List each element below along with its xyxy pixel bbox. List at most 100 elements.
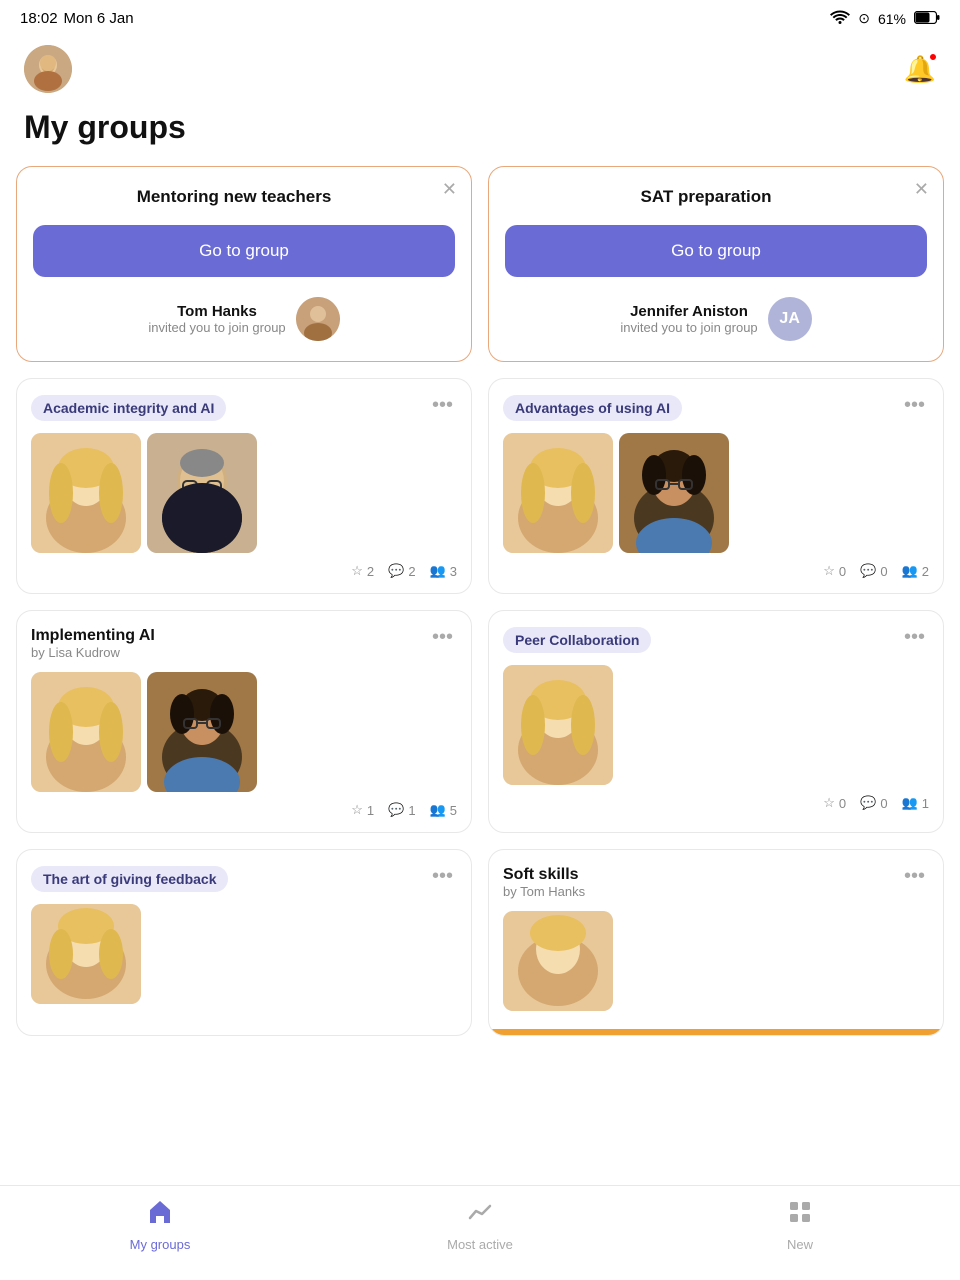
members-count-implementing-ai: 5: [450, 803, 457, 818]
group-author-implementing-ai: by Lisa Kudrow: [31, 645, 155, 660]
member-photo-1-academic-ai: [31, 433, 141, 553]
member-photo-1-implementing-ai: [31, 672, 141, 792]
members-count-academic-ai: 3: [450, 564, 457, 579]
group-card-peer-collab: Peer Collaboration ••• ☆0 💬0 👥1: [488, 610, 944, 833]
group-card-academic-ai: Academic integrity and AI •••: [16, 378, 472, 594]
inviter-sub-sat: invited you to join group: [620, 320, 757, 335]
invite-card-sat: ✕ SAT preparation Go to group Jennifer A…: [488, 166, 944, 362]
comments-count-academic-ai: 2: [408, 564, 415, 579]
header: 🔔: [0, 35, 960, 109]
member-photos-soft-skills: [503, 911, 929, 1011]
member-photo-1-soft-skills: [503, 911, 613, 1011]
chart-icon: [466, 1198, 494, 1233]
invite-card-mentoring: ✕ Mentoring new teachers Go to group Tom…: [16, 166, 472, 362]
member-photos-peer-collab: [503, 665, 929, 785]
member-photos-art-feedback: [31, 904, 457, 1004]
notification-bell-container: 🔔: [904, 54, 936, 85]
day: Mon 6 Jan: [64, 10, 134, 27]
members-count-advantages-ai: 2: [922, 564, 929, 579]
home-icon: [146, 1198, 174, 1233]
member-photo-1-peer-collab: [503, 665, 613, 785]
grid-icon: [786, 1198, 814, 1233]
member-photo-1-advantages-ai: [503, 433, 613, 553]
member-photos-advantages-ai: [503, 433, 929, 553]
stars-count-peer-collab: 0: [839, 796, 846, 811]
group-tag-art-feedback: The art of giving feedback: [31, 866, 228, 892]
nav-label-new: New: [787, 1237, 813, 1252]
nav-label-most-active: Most active: [447, 1237, 513, 1252]
page-title: My groups: [0, 109, 960, 166]
bottom-navigation: My groups Most active New: [0, 1185, 960, 1280]
go-to-group-button-mentoring[interactable]: Go to group: [33, 225, 455, 277]
member-photo-2-advantages-ai: [619, 433, 729, 553]
group-name-implementing-ai: Implementing AI: [31, 627, 155, 645]
star-icon-4: ☆: [823, 795, 835, 811]
inviter-initials-sat: JA: [779, 310, 799, 328]
comments-count-implementing-ai: 1: [408, 803, 415, 818]
notification-dot: [928, 52, 938, 62]
stars-count-implementing-ai: 1: [367, 803, 374, 818]
star-icon-2: ☆: [823, 563, 835, 579]
inviter-avatar-mentoring: [296, 297, 340, 341]
comment-icon-3: 💬: [388, 802, 404, 818]
location-icon: ⊙: [858, 10, 870, 27]
wifi-icon: [830, 10, 850, 27]
group-stats-advantages-ai: ☆0 💬0 👥2: [503, 563, 929, 579]
nav-item-new[interactable]: New: [760, 1198, 840, 1252]
inviter-name-mentoring: Tom Hanks: [148, 303, 285, 320]
group-name-soft-skills: Soft skills: [503, 866, 585, 884]
member-photo-1-art-feedback: [31, 904, 141, 1004]
battery-text: 61%: [878, 11, 906, 27]
invite-footer-sat: Jennifer Aniston invited you to join gro…: [505, 297, 927, 341]
member-photos-academic-ai: [31, 433, 457, 553]
group-stats-peer-collab: ☆ 0 💬 0 👥 1: [503, 795, 929, 811]
close-button-sat[interactable]: ✕: [914, 179, 929, 200]
star-icon: ☆: [351, 563, 363, 579]
nav-item-my-groups[interactable]: My groups: [120, 1198, 200, 1252]
members-icon: 👥: [430, 563, 446, 579]
orange-progress-bar: [489, 1029, 943, 1035]
comments-count-advantages-ai: 0: [880, 564, 887, 579]
more-button-academic-ai[interactable]: •••: [428, 395, 457, 415]
member-photo-2-academic-ai: [147, 433, 257, 553]
group-card-advantages-ai: Advantages of using AI •••: [488, 378, 944, 594]
members-count-peer-collab: 1: [922, 796, 929, 811]
comment-icon: 💬: [388, 563, 404, 579]
nav-item-most-active[interactable]: Most active: [440, 1198, 520, 1252]
invite-card-title-mentoring: Mentoring new teachers: [33, 187, 455, 207]
group-card-art-feedback: The art of giving feedback •••: [16, 849, 472, 1036]
stars-count-academic-ai: 2: [367, 564, 374, 579]
comment-icon-4: 💬: [860, 795, 876, 811]
invite-footer-mentoring: Tom Hanks invited you to join group: [33, 297, 455, 341]
battery-icon: [914, 11, 940, 27]
go-to-group-button-sat[interactable]: Go to group: [505, 225, 927, 277]
close-button-mentoring[interactable]: ✕: [442, 179, 457, 200]
user-avatar[interactable]: [24, 45, 72, 93]
nav-label-my-groups: My groups: [130, 1237, 191, 1252]
group-card-soft-skills: Soft skills by Tom Hanks •••: [488, 849, 944, 1036]
more-button-implementing-ai[interactable]: •••: [428, 627, 457, 647]
comments-count-peer-collab: 0: [880, 796, 887, 811]
comment-icon-2: 💬: [860, 563, 876, 579]
time: 18:02: [20, 10, 58, 27]
inviter-name-sat: Jennifer Aniston: [620, 303, 757, 320]
more-button-peer-collab[interactable]: •••: [900, 627, 929, 647]
inviter-sub-mentoring: invited you to join group: [148, 320, 285, 335]
member-photo-2-implementing-ai: [147, 672, 257, 792]
group-stats-academic-ai: ☆ 2 💬 2 👥 3: [31, 563, 457, 579]
members-icon-4: 👥: [902, 795, 918, 811]
star-icon-3: ☆: [351, 802, 363, 818]
group-author-soft-skills: by Tom Hanks: [503, 884, 585, 899]
group-stats-implementing-ai: ☆ 1 💬 1 👥 5: [31, 802, 457, 818]
status-bar: 18:02 Mon 6 Jan ⊙ 61%: [0, 0, 960, 35]
members-icon-3: 👥: [430, 802, 446, 818]
more-button-art-feedback[interactable]: •••: [428, 866, 457, 886]
more-button-advantages-ai[interactable]: •••: [900, 395, 929, 415]
invite-card-title-sat: SAT preparation: [505, 187, 927, 207]
group-card-implementing-ai: Implementing AI by Lisa Kudrow •••: [16, 610, 472, 833]
groups-grid: ✕ Mentoring new teachers Go to group Tom…: [0, 166, 960, 1056]
members-icon-2: 👥: [902, 563, 918, 579]
more-button-soft-skills[interactable]: •••: [900, 866, 929, 886]
inviter-avatar-sat: JA: [768, 297, 812, 341]
group-tag-advantages-ai: Advantages of using AI: [503, 395, 682, 421]
